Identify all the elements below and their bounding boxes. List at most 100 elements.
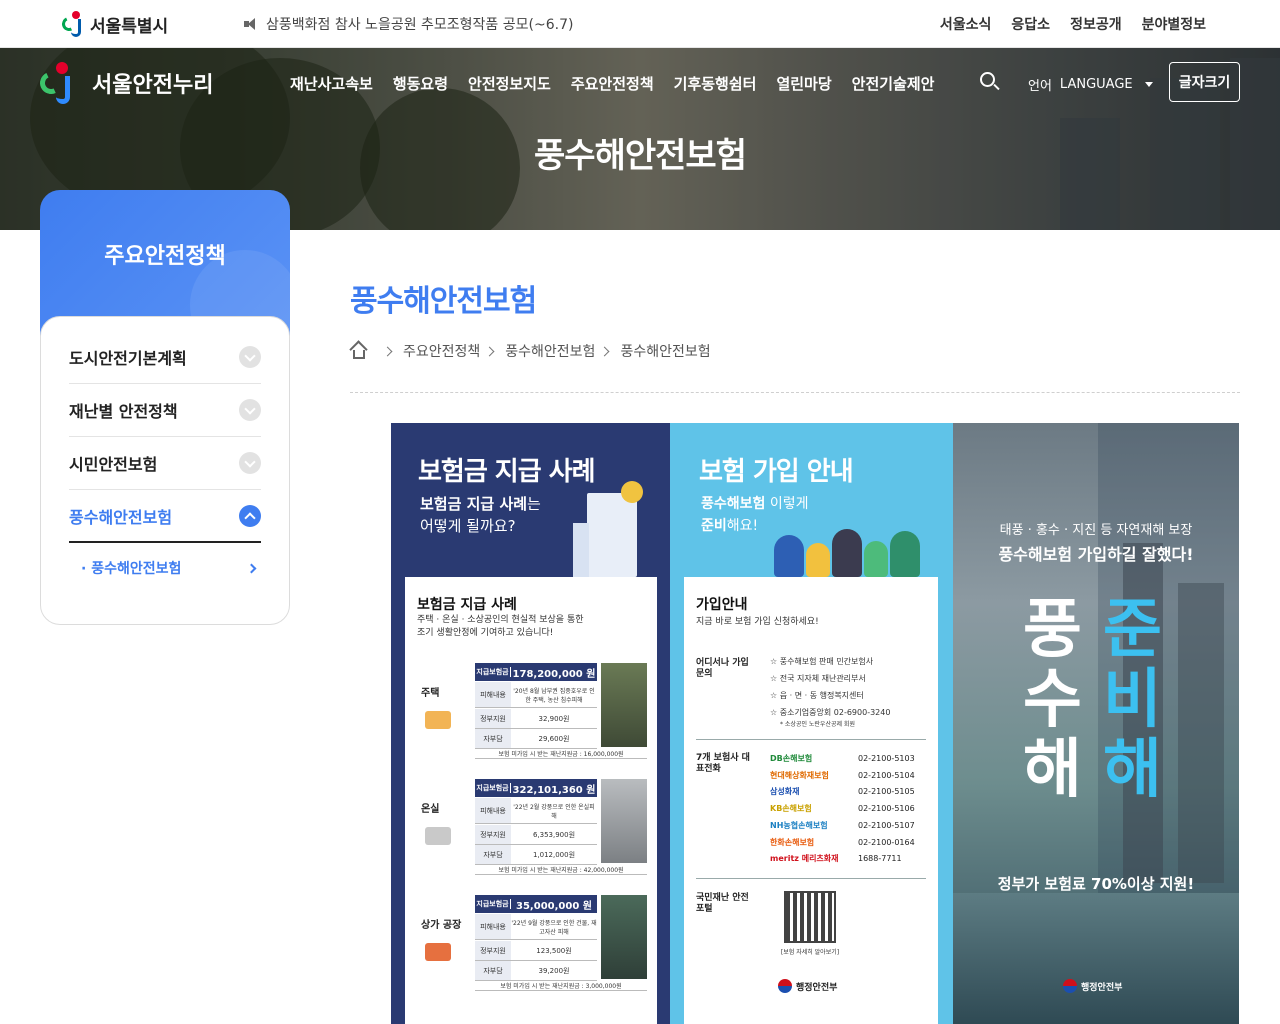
chevron-right-icon bbox=[246, 563, 257, 573]
sidebar-title: 주요안전정책 bbox=[104, 244, 226, 269]
divider bbox=[350, 392, 1240, 393]
breadcrumb: 주요안전정책 풍수해안전보험 풍수해안전보험 bbox=[349, 340, 711, 361]
card-title: 보험금 지급 사례 bbox=[417, 597, 517, 613]
portal-label: 국민재난 안전포털 bbox=[696, 893, 749, 914]
case-amount: 지급보험금 178,200,000 원 bbox=[475, 663, 597, 681]
insurer-list: DB손해보험 02-2100-5103 현대해상화재보험 02-2100-5104 … bbox=[770, 751, 915, 868]
link-seoul-news[interactable]: 서울소식 bbox=[940, 14, 992, 34]
poster-panel-title: 보험 가입 안내 bbox=[699, 457, 854, 487]
cover-subsidy-text: 정부가 보험료 70%이상 지원! bbox=[997, 875, 1195, 893]
sidebar-item-citizen-insurance[interactable]: 시민안전보험 bbox=[69, 437, 261, 490]
building-illustration bbox=[573, 481, 643, 577]
seoul-city-name: 서울특별시 bbox=[90, 16, 169, 37]
chevron-down-icon bbox=[239, 452, 261, 474]
qr-caption: [보험 자세히 알아보기] bbox=[780, 949, 840, 956]
poster-panel-subtitle: 보험금 지급 사례는 어떻게 될까요? bbox=[420, 495, 541, 535]
sidebar: 주요안전정책 도시안전기본계획 재난별 안전정책 시민안전보험 풍수해안전보험 … bbox=[40, 190, 290, 625]
seoul-emblem-icon bbox=[60, 11, 86, 37]
poster-panel-enrollment: 보험 가입 안내 풍수해보험 이렇게 준비해요! 가입안내 지금 바로 보험 가… bbox=[670, 423, 953, 1024]
gnb-item-action-guide[interactable]: 행동요령 bbox=[393, 73, 448, 94]
case-label: 주택 bbox=[421, 688, 440, 699]
payout-case-shop-factory: 상가 공장 지급보험금 35,000,000 원 피해내용 '22년 9월 강풍으로… bbox=[415, 895, 647, 1000]
case-amount: 지급보험금 322,101,360 원 bbox=[475, 779, 597, 797]
speaker-icon bbox=[244, 18, 260, 30]
gnb-item-climate-shelter[interactable]: 기후동행쉼터 bbox=[674, 73, 757, 94]
cover-tagline-1: 태풍 · 홍수 · 지진 등 자연재해 보장 bbox=[999, 523, 1193, 538]
font-size-button[interactable]: 글자크기 bbox=[1169, 62, 1240, 102]
case-damage: 피해내용 '22년 2월 강풍으로 인한 온실피해 bbox=[475, 798, 597, 824]
gnb-item-disaster-news[interactable]: 재난사고속보 bbox=[290, 73, 373, 94]
ministry-logo: 행정안전부 bbox=[778, 979, 837, 993]
insurer-row: DB손해보험 02-2100-5103 bbox=[770, 754, 915, 763]
case-self-premium: 자부담 29,600원 bbox=[475, 729, 597, 749]
chevron-right-icon bbox=[382, 346, 393, 356]
insurer-row: KB손해보험 02-2100-5106 bbox=[770, 804, 915, 814]
main-navigation: 재난사고속보 행동요령 안전정보지도 주요안전정책 기후동행쉼터 열린마당 안전… bbox=[290, 73, 934, 94]
divider bbox=[696, 739, 926, 740]
shop-icon bbox=[425, 943, 451, 961]
chevron-down-icon bbox=[1144, 82, 1153, 87]
gnb-item-tech-proposal[interactable]: 안전기술제안 bbox=[852, 73, 935, 94]
insurer-row: NH농협손해보험 02-2100-5107 bbox=[770, 820, 915, 830]
enrollment-card: 가입안내 지금 바로 보험 가입 신청하세요! 어디서나 가입문의 ☆ 풍수해보… bbox=[684, 577, 938, 1024]
case-label: 온실 bbox=[421, 804, 440, 815]
breadcrumb-item[interactable]: 주요안전정책 bbox=[403, 341, 480, 361]
damage-photo bbox=[601, 779, 647, 863]
link-info-disclosure[interactable]: 정보공개 bbox=[1070, 14, 1122, 34]
family-illustration bbox=[774, 521, 934, 577]
sidebar-item-city-safety-plan[interactable]: 도시안전기본계획 bbox=[69, 331, 261, 384]
insurance-poster-image: 보험금 지급 사례 보험금 지급 사례는 어떻게 될까요? 보험금 지급 사례 … bbox=[391, 423, 1239, 1024]
sidebar-item-label: 도시안전기본계획 bbox=[69, 349, 187, 368]
chevron-right-icon bbox=[600, 346, 610, 356]
card-title: 가입안내 bbox=[696, 597, 748, 613]
gnb-item-safety-policy[interactable]: 주요안전정책 bbox=[571, 73, 654, 94]
chevron-right-icon bbox=[484, 346, 495, 356]
sidebar-item-label: 시민안전보험 bbox=[69, 455, 158, 474]
chevron-down-icon bbox=[239, 399, 261, 421]
seoul-logo[interactable]: 서울특별시 bbox=[60, 10, 169, 38]
language-selector[interactable]: 언어 LANGUAGE bbox=[1028, 75, 1153, 94]
gnb-item-safety-map[interactable]: 안전정보지도 bbox=[468, 73, 551, 94]
seoul-safety-emblem-icon bbox=[36, 62, 78, 104]
search-icon[interactable] bbox=[980, 72, 1000, 92]
sidebar-item-disaster-policy[interactable]: 재난별 안전정책 bbox=[69, 384, 261, 437]
poster-panel-payout-cases: 보험금 지급 사례 보험금 지급 사례는 어떻게 될까요? 보험금 지급 사례 … bbox=[391, 423, 670, 1024]
case-self-premium: 자부담 1,012,000원 bbox=[475, 845, 597, 865]
case-gov-premium: 정부지원 123,500원 bbox=[475, 941, 597, 961]
insurer-row: 현대해상화재보험 02-2100-5104 bbox=[770, 770, 915, 780]
cover-tagline-2: 풍수해보험 가입하길 잘했다! bbox=[998, 545, 1194, 564]
insurer-row: 한화손해보험 02-2100-0164 bbox=[770, 837, 915, 847]
breadcrumb-item-current: 풍수해안전보험 bbox=[620, 344, 711, 360]
sidebar-item-label: 풍수해안전보험 bbox=[69, 507, 173, 527]
case-footnote: 보험 미가입 시 받는 재난지원금 : 16,000,000원 bbox=[475, 749, 647, 759]
sidebar-subitem-storm-flood-insurance[interactable]: · 풍수해안전보험 bbox=[69, 543, 261, 593]
notice-text[interactable]: 삼풍백화점 참사 노을공원 추모조형작품 공모(~6.7) bbox=[266, 14, 573, 34]
site-logo[interactable]: 서울안전누리 bbox=[36, 62, 214, 104]
breadcrumb-item[interactable]: 풍수해안전보험 bbox=[505, 341, 595, 361]
damage-photo bbox=[601, 663, 647, 747]
where-to-apply-label: 어디서나 가입문의 bbox=[696, 658, 749, 679]
card-description: 주택 · 온실 · 소상공인의 현실적 보상을 통한 조기 생활안정에 기여하고… bbox=[417, 615, 584, 638]
payout-case-greenhouse: 온실 지급보험금 322,101,360 원 피해내용 '22년 2월 강풍으로 인… bbox=[415, 779, 647, 884]
home-icon[interactable] bbox=[349, 340, 368, 359]
qr-code-icon bbox=[784, 891, 836, 943]
sidebar-menu: 도시안전기본계획 재난별 안전정책 시민안전보험 풍수해안전보험 · 풍수해안전… bbox=[40, 316, 290, 625]
insurers-label: 7개 보험사 대표전화 bbox=[696, 753, 750, 774]
gnb-item-open-forum[interactable]: 열린마당 bbox=[776, 73, 831, 94]
site-name: 서울안전누리 bbox=[92, 73, 214, 98]
ministry-logo: 행정안전부 bbox=[1063, 979, 1122, 993]
link-field-info[interactable]: 분야별정보 bbox=[1142, 14, 1206, 34]
cover-big-text-right: 준 비 해 bbox=[1103, 593, 1162, 807]
utility-bar: 서울특별시 삼풍백화점 참사 노을공원 추모조형작품 공모(~6.7) 서울소식… bbox=[0, 0, 1280, 48]
case-footnote: 보험 미가입 시 받는 재난지원금 : 3,000,000원 bbox=[475, 981, 647, 991]
link-eungdapso[interactable]: 응답소 bbox=[1011, 14, 1050, 34]
card-description: 지금 바로 보험 가입 신청하세요! bbox=[696, 617, 819, 627]
case-amount: 지급보험금 35,000,000 원 bbox=[475, 895, 597, 913]
sidebar-subitem-label: · 풍수해안전보험 bbox=[81, 561, 182, 577]
building-silhouette bbox=[1178, 583, 1224, 883]
cover-big-text-left: 풍 수 해 bbox=[1023, 593, 1082, 807]
case-gov-premium: 정부지원 6,353,900원 bbox=[475, 825, 597, 845]
damage-photo bbox=[601, 895, 647, 979]
notice-ticker[interactable]: 삼풍백화점 참사 노을공원 추모조형작품 공모(~6.7) bbox=[244, 14, 573, 34]
sidebar-item-storm-flood-insurance[interactable]: 풍수해안전보험 bbox=[69, 490, 261, 543]
